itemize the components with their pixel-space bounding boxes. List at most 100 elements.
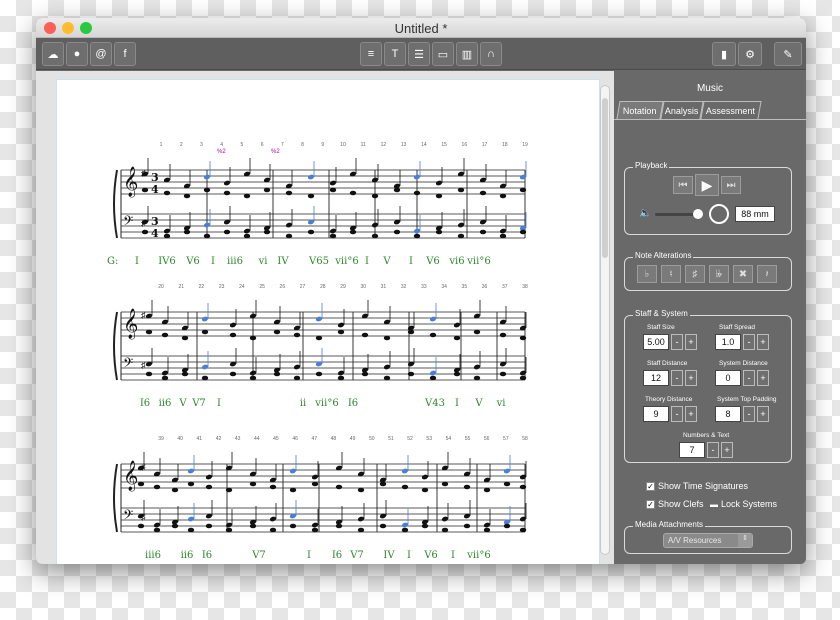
av-resources-select[interactable]: A/V Resources ⇕ <box>663 533 753 548</box>
skip-back-button[interactable]: ⏮ <box>673 176 693 194</box>
volume-slider-knob[interactable] <box>693 209 703 219</box>
staff-system-label: Staff & System <box>633 309 690 318</box>
bass-clef: 𝄢 <box>123 507 133 526</box>
chevron-updown-icon: ⇕ <box>738 534 752 547</box>
system-distance-label: System Distance <box>719 360 768 367</box>
top-padding-plus[interactable]: + <box>757 406 769 422</box>
lock-systems-toggle[interactable]: ▬ Lock Systems <box>710 499 777 509</box>
checkmark-icon: ✓ <box>646 481 655 491</box>
staff-size-plus[interactable]: + <box>685 334 697 350</box>
top-padding-minus[interactable]: - <box>743 406 755 422</box>
system-brace <box>113 311 118 381</box>
score-notation[interactable]: 12345678910111213141516171819%2%2𝄞♯34𝄢♯3… <box>57 80 601 564</box>
staff-distance-plus[interactable]: + <box>685 370 697 386</box>
alto-note <box>293 332 301 338</box>
roman-numeral-label: IV <box>383 550 395 561</box>
bass-low-note <box>225 527 233 533</box>
staff-spread-input[interactable]: 1.0 <box>715 334 741 350</box>
tempo-dial-icon[interactable] <box>709 204 729 224</box>
gear-button[interactable]: ⚙ <box>738 42 762 66</box>
theory-distance-minus[interactable]: - <box>671 406 683 422</box>
show-clefs-checkbox[interactable]: ✓ Show Clefs <box>646 499 704 509</box>
roman-numeral-label: vi6 <box>448 256 464 267</box>
panel-title: Music <box>696 83 724 94</box>
vertical-scrollbar[interactable] <box>600 85 610 555</box>
treble-clef: 𝄞 <box>123 166 138 198</box>
alteration-button[interactable]: 𝄫 <box>709 265 729 283</box>
book-button[interactable]: ▮ <box>712 42 736 66</box>
measure-number: 13 <box>401 142 407 148</box>
tempo-value[interactable]: 88 mm <box>735 206 775 222</box>
skip-forward-button[interactable]: ⏭ <box>721 176 741 194</box>
system-distance-input[interactable]: 0 <box>715 370 741 386</box>
staff-distance-input[interactable]: 12 <box>643 370 669 386</box>
alto-note <box>145 329 153 335</box>
bass-low-note <box>273 371 281 377</box>
alto-note <box>479 190 487 196</box>
pencil-button[interactable]: ✎ <box>774 42 802 66</box>
image-button[interactable]: ▭ <box>432 42 454 66</box>
top-padding-input[interactable]: 8 <box>715 406 741 422</box>
alto-note <box>503 481 511 487</box>
bass-low-note <box>337 375 345 381</box>
bass-low-note <box>335 523 343 529</box>
tab-assessment[interactable]: Assessment <box>700 101 762 119</box>
at-button[interactable]: @ <box>90 42 112 66</box>
alteration-button[interactable]: ♭ <box>637 265 657 283</box>
staff-spread-minus[interactable]: - <box>743 334 755 350</box>
score-page: 12345678910111213141516171819%2%2𝄞♯34𝄢♯3… <box>56 79 600 564</box>
alteration-button[interactable]: 𝄽 <box>757 265 777 283</box>
alteration-button[interactable]: ✖ <box>733 265 753 283</box>
film-button[interactable]: ▥ <box>456 42 478 66</box>
chat-button[interactable]: ● <box>66 42 88 66</box>
system-distance-minus[interactable]: - <box>743 370 755 386</box>
alteration-button[interactable]: ♮ <box>661 265 681 283</box>
list-button[interactable]: ☰ <box>408 42 430 66</box>
alto-note <box>371 193 379 199</box>
bass-low-note <box>457 233 465 239</box>
tab-analysis[interactable]: Analysis <box>660 101 704 119</box>
roman-numeral-label: V6 <box>185 256 200 267</box>
measure-number: 53 <box>426 436 432 442</box>
bass-low-note <box>499 371 507 377</box>
text-tool-button[interactable]: T <box>384 42 406 66</box>
theory-distance-input[interactable]: 9 <box>643 406 669 422</box>
alto-note <box>519 187 527 193</box>
bass-low-note <box>519 527 527 533</box>
staff-size-input[interactable]: 5.00 <box>643 334 669 350</box>
staff-spread-plus[interactable]: + <box>757 334 769 350</box>
measure-number: 42 <box>216 436 222 442</box>
alto-note <box>453 335 461 341</box>
facebook-button[interactable]: f <box>114 42 136 66</box>
show-time-signatures-checkbox[interactable]: ✓ Show Time Signatures <box>646 481 748 491</box>
at-icon: @ <box>95 48 107 60</box>
theory-distance-plus[interactable]: + <box>685 406 697 422</box>
system-distance-plus[interactable]: + <box>757 370 769 386</box>
playback-list-button[interactable]: ≡ <box>360 42 382 66</box>
tab-notation[interactable]: Notation <box>616 101 664 119</box>
headphones-button[interactable]: ∩ <box>480 42 502 66</box>
numbers-text-minus[interactable]: - <box>707 442 719 458</box>
bass-low-note <box>503 523 511 529</box>
staff-size-minus[interactable]: - <box>671 334 683 350</box>
alto-note <box>519 335 527 341</box>
measure-number: 38 <box>522 284 528 290</box>
alto-note <box>457 187 465 193</box>
numbers-text-plus[interactable]: + <box>721 442 733 458</box>
play-button[interactable]: ▶ <box>695 174 719 196</box>
cloud-icon: ☁ <box>47 48 59 61</box>
bass-low-note <box>293 375 301 381</box>
alto-note <box>201 329 209 335</box>
measure-number: 4 <box>220 142 223 148</box>
roman-numeral-label: V <box>474 398 483 409</box>
alteration-button[interactable]: ♯ <box>685 265 705 283</box>
scrollbar-thumb[interactable] <box>602 98 608 258</box>
system-brace <box>113 169 118 239</box>
numbers-text-label: Numbers & Text <box>683 432 730 439</box>
cloud-button[interactable]: ☁ <box>42 42 64 66</box>
staff-distance-minus[interactable]: - <box>671 370 683 386</box>
numbers-text-input[interactable]: 7 <box>679 442 705 458</box>
text-tool-icon: T <box>391 48 399 60</box>
tab-divider <box>614 119 806 120</box>
alto-note <box>223 190 231 196</box>
